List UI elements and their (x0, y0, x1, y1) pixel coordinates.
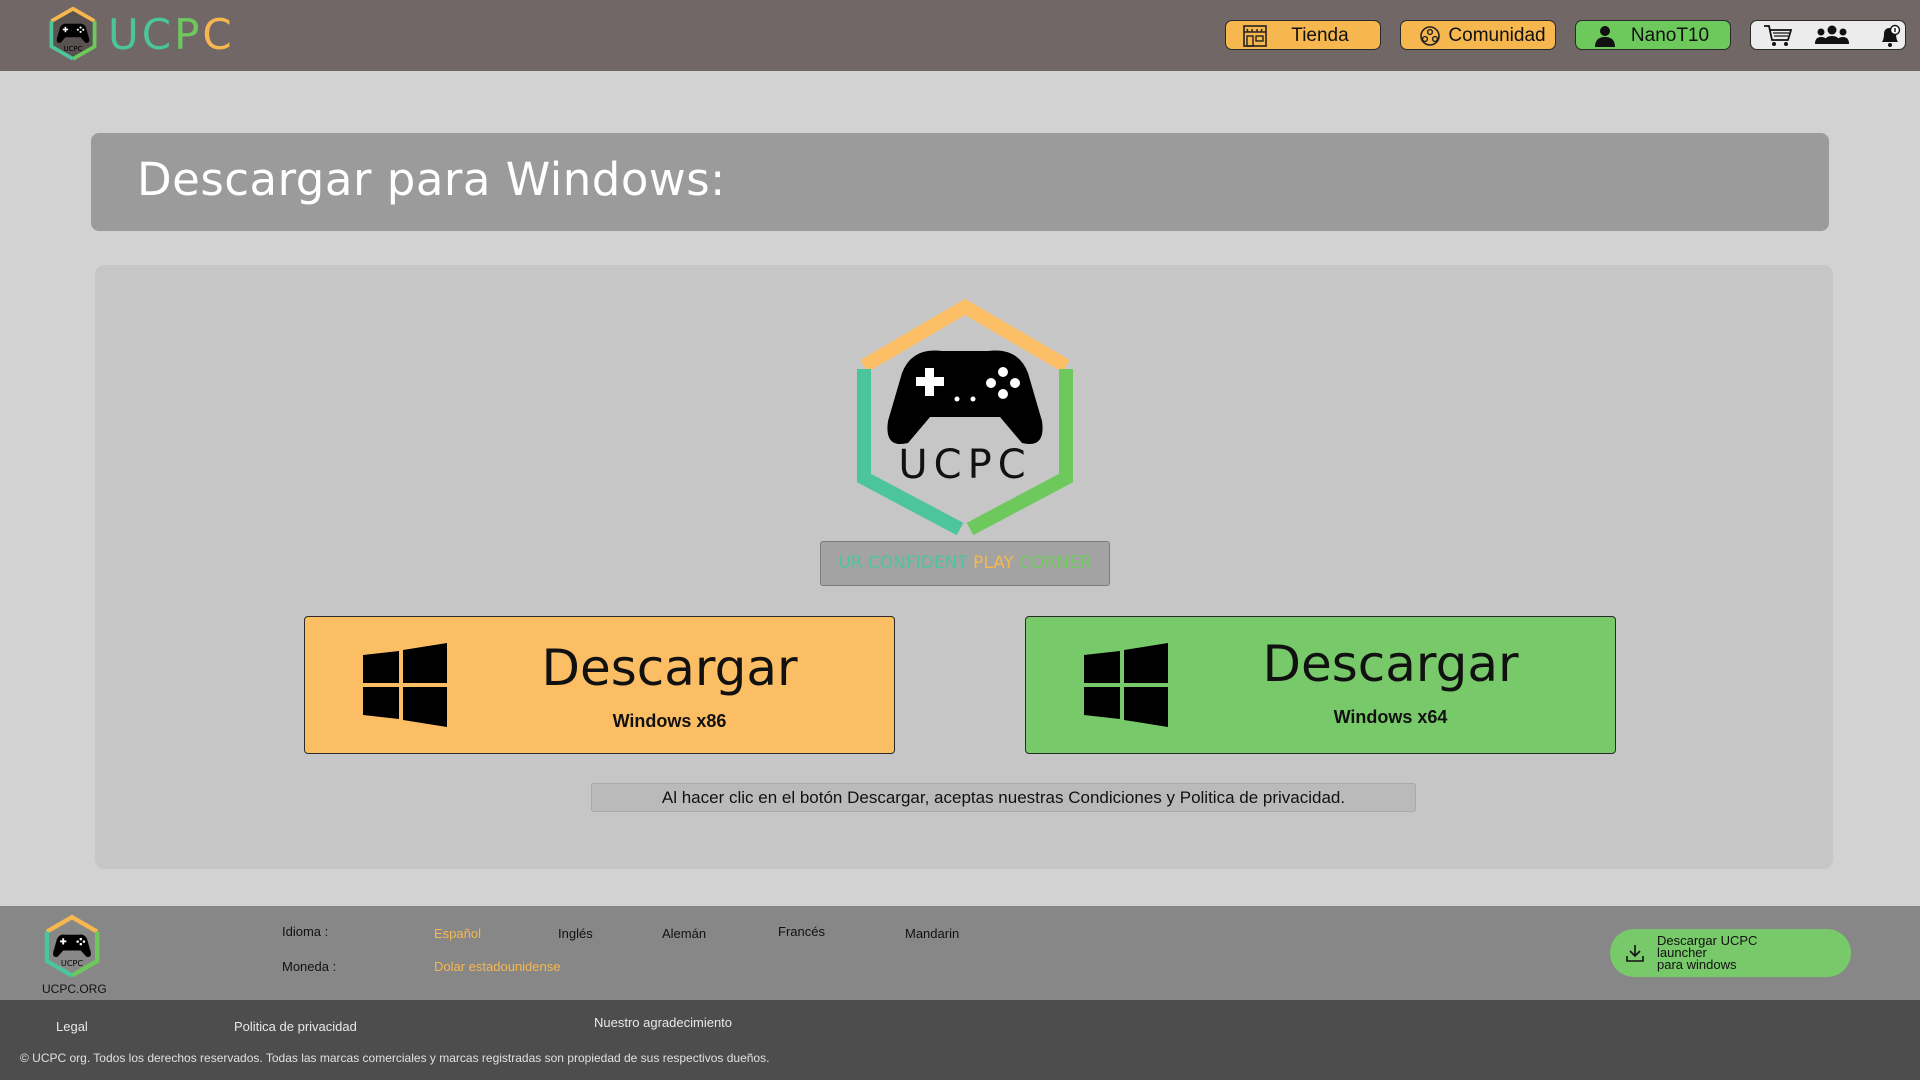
footer-org-label: UCPC.ORG (42, 982, 107, 996)
language-option-zh[interactable]: Mandarin (905, 926, 959, 941)
language-option-fr[interactable]: Francés (778, 924, 825, 939)
language-label: Idioma : (282, 924, 329, 939)
nav-user-button[interactable]: NanoT10 (1575, 20, 1731, 50)
nav-icon-group (1750, 20, 1906, 50)
language-option-es[interactable]: Español (434, 926, 481, 941)
ucpc-logo-icon: UCPC (857, 298, 1073, 537)
footer-link-privacy[interactable]: Politica de privacidad (234, 1019, 357, 1034)
tagline-part3: CORNER (1019, 553, 1092, 573)
download-x64-sublabel: Windows x64 (1333, 707, 1448, 727)
cart-icon[interactable] (1763, 24, 1793, 48)
ucpc-logo-text: UCPC (898, 442, 1031, 488)
nav-store-label: Tienda (1291, 25, 1349, 46)
tagline-part2: PLAY (973, 553, 1014, 573)
nav-store-button[interactable]: Tienda (1225, 20, 1381, 50)
brand-logo-text: UCPC (63, 44, 82, 53)
footer-link-thanks[interactable]: Nuestro agradecimiento (594, 1015, 732, 1030)
footer-link-legal[interactable]: Legal (56, 1019, 88, 1034)
brand[interactable]: UCPC UCPC (46, 6, 235, 64)
language-option-de[interactable]: Alemán (662, 926, 706, 941)
download-launcher-label: Descargar UCPC launcher para windows (1657, 934, 1757, 972)
friends-icon[interactable] (1814, 24, 1850, 48)
footer-logo-icon: UCPC (44, 914, 100, 978)
nav-user-label: NanoT10 (1630, 25, 1710, 46)
download-x64-button[interactable]: Descargar Windows x64 (1025, 616, 1616, 754)
footer-logo-text: UCPC (61, 958, 84, 968)
copyright-text: © UCPC org. Todos los derechos reservado… (20, 1051, 770, 1065)
brand-letter-p: P (174, 10, 203, 59)
download-x86-button[interactable]: Descargar Windows x86 (304, 616, 895, 754)
download-x86-label: Descargar (541, 639, 798, 697)
notifications-icon[interactable] (1878, 24, 1902, 48)
download-panel: UCPC UR CONFIDENT PLAY CORNER Descargar … (95, 265, 1833, 869)
launcher-line3: para windows (1657, 957, 1737, 972)
tagline: UR CONFIDENT PLAY CORNER (820, 541, 1110, 586)
page-title: Descargar para Windows: (137, 153, 726, 206)
brand-name[interactable]: UCPC (108, 8, 235, 62)
currency-label: Moneda : (282, 959, 337, 974)
brand-letter-u: U (108, 10, 142, 59)
tagline-part1: UR CONFIDENT (838, 553, 968, 573)
download-launcher-button[interactable]: Descargar UCPC launcher para windows (1610, 929, 1851, 977)
footer-bottom: Legal Politica de privacidad Nuestro agr… (0, 1000, 1920, 1080)
currency-option-usd[interactable]: Dolar estadounidense (434, 959, 560, 974)
brand-letter-c1: C (141, 10, 175, 59)
terms-notice: Al hacer clic en el botón Descargar, ace… (591, 783, 1416, 812)
page-title-bar: Descargar para Windows: (91, 133, 1829, 231)
nav-community-label: Comunidad (1448, 25, 1546, 46)
nav-community-button[interactable]: Comunidad (1400, 20, 1556, 50)
top-navbar: UCPC UCPC Tienda Comunidad NanoT10 (0, 0, 1920, 71)
download-x86-sublabel: Windows x86 (612, 711, 727, 731)
language-option-en[interactable]: Inglés (558, 926, 593, 941)
brand-letter-c2: C (202, 10, 235, 59)
footer-top: UCPC UCPC.ORG Idioma : Español Inglés Al… (0, 906, 1920, 1000)
brand-logo-icon: UCPC (49, 6, 97, 61)
download-x64-label: Descargar (1262, 635, 1519, 693)
download-icon (1626, 945, 1644, 962)
